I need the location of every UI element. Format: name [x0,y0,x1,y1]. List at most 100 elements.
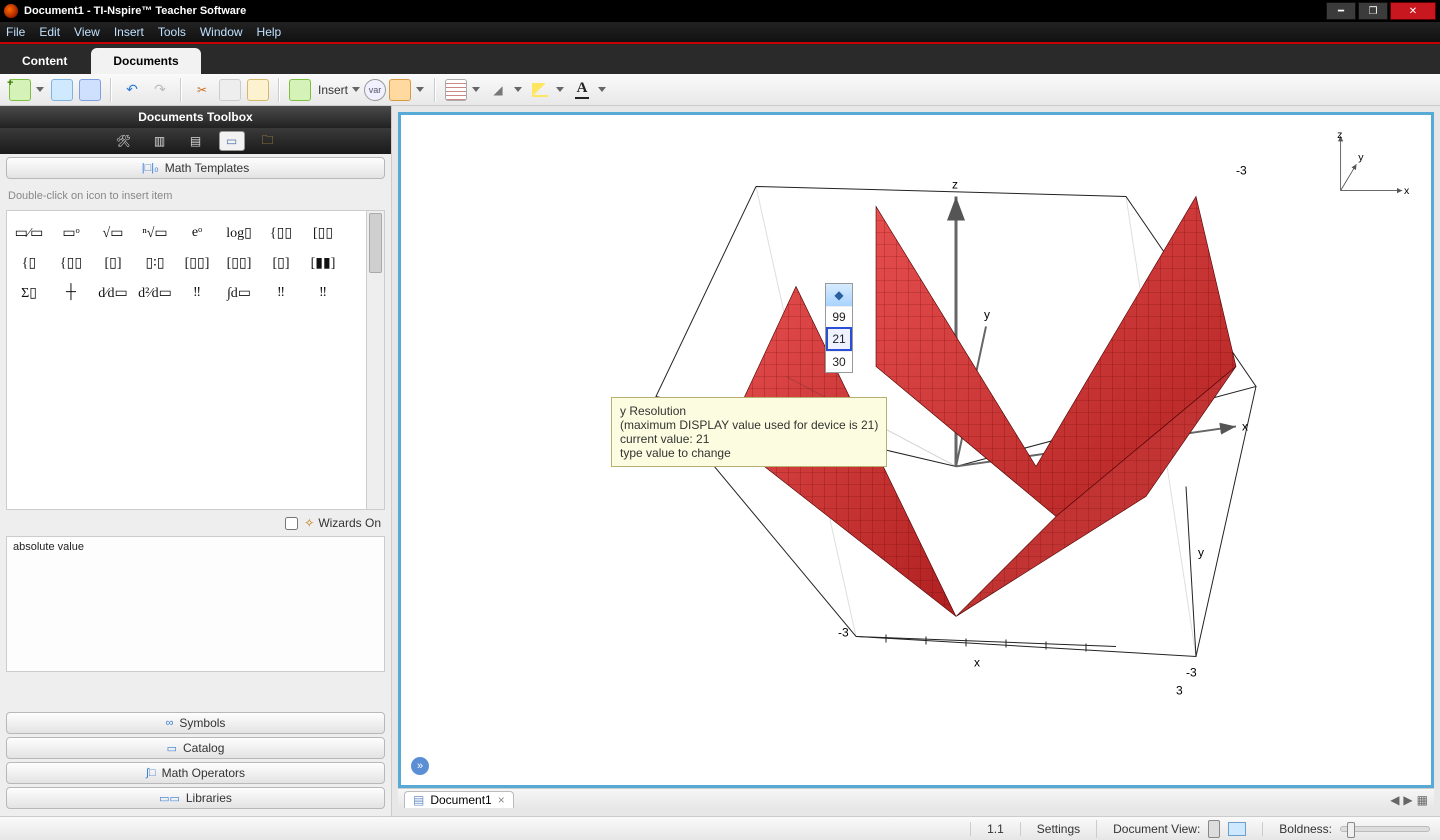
graph-canvas[interactable]: x y z [398,112,1434,788]
dropdown-icon[interactable] [472,87,480,92]
window-titlebar: Document1 - TI-Nspire™ Teacher Software … [0,0,1440,22]
tab-documents[interactable]: Documents [91,48,200,74]
slider-knob[interactable] [1347,822,1355,838]
template-item[interactable]: ‼ [307,281,339,305]
page-sorter-icon[interactable]: ▥ [147,131,173,151]
hint-text: Double-click on icon to insert item [0,182,391,210]
document-tab[interactable]: ▤ Document1 × [404,791,514,808]
template-item[interactable]: [▯] [97,251,129,275]
template-item[interactable]: [▯▯ [307,221,339,245]
text-color-button[interactable]: A [575,80,590,99]
template-item[interactable]: d⁄d▭ [97,281,129,305]
dropdown-icon[interactable] [514,87,522,92]
template-item[interactable]: d²⁄d▭ [139,281,171,305]
template-item[interactable]: {▯▯ [265,221,297,245]
dropdown-icon[interactable] [556,87,564,92]
resolution-popup-header-icon[interactable]: ◆ [826,284,852,306]
save-button[interactable] [79,79,101,101]
menu-insert[interactable]: Insert [114,25,144,39]
menu-edit[interactable]: Edit [39,25,60,39]
dropdown-icon[interactable] [352,87,360,92]
template-item[interactable]: [▮▮] [307,251,339,275]
menu-file[interactable]: File [6,25,25,39]
wizards-toggle[interactable]: ✧ Wizards On [0,510,391,536]
tab-list-icon[interactable]: ▦ [1417,793,1428,807]
tools-icon[interactable]: 🛠 [111,131,137,151]
axis-orientation-gizmo[interactable]: x y z [1323,129,1411,217]
template-item[interactable]: {▯▯ [55,251,87,275]
insert-label[interactable]: Insert [318,83,348,97]
search-result-box[interactable]: absolute value [6,536,385,672]
template-item[interactable]: {▯ [13,251,45,275]
template-item[interactable]: ▯∶▯ [139,251,171,275]
section-math-templates[interactable]: |□|₀ Math Templates [6,157,385,179]
section-symbols[interactable]: ∞Symbols [6,712,385,734]
tab-content[interactable]: Content [0,48,89,74]
menu-help[interactable]: Help [257,25,282,39]
template-item[interactable]: Σ▯ [13,281,45,305]
dropdown-icon[interactable] [416,87,424,92]
menu-window[interactable]: Window [200,25,243,39]
table-button[interactable] [445,79,467,101]
dropdown-icon[interactable] [36,87,44,92]
window-maximize-button[interactable]: ❐ [1358,2,1388,20]
resolution-value-z[interactable]: 30 [826,351,852,372]
wizards-checkbox[interactable] [285,517,298,530]
page-indicator[interactable]: 1.1 [970,822,1004,836]
content-icon[interactable]: 🗀 [255,131,281,151]
tab-next-icon[interactable]: ▶ [1403,793,1412,807]
paste-button[interactable] [247,79,269,101]
template-item[interactable]: ▭ᵒ [55,221,87,245]
section-libraries[interactable]: ▭▭Libraries [6,787,385,809]
window-minimize-button[interactable]: ━ [1326,2,1356,20]
tab-prev-icon[interactable]: ◀ [1390,793,1399,807]
template-item[interactable]: log▯ [223,221,255,245]
expand-icon[interactable]: » [411,757,429,775]
template-item[interactable]: ▭⁄▭ [13,221,45,245]
menu-tools[interactable]: Tools [158,25,186,39]
template-item[interactable]: eᵒ [181,221,213,245]
separator [180,78,182,102]
new-doc-button[interactable] [9,79,31,101]
template-item[interactable]: ‼ [181,281,213,305]
template-item[interactable]: [▯] [265,251,297,275]
undo-button[interactable]: ↶ [121,79,143,101]
template-item[interactable]: [▯▯] [181,251,213,275]
open-doc-button[interactable] [51,79,73,101]
template-item[interactable]: √▭ [97,221,129,245]
settings-button[interactable]: Settings [1020,822,1080,836]
fill-color-button[interactable]: ◢ [487,79,509,101]
window-close-button[interactable]: ✕ [1390,2,1436,20]
copy-button[interactable] [219,79,241,101]
resolution-popup[interactable]: ◆ 99 21 30 [825,283,853,373]
section-label: Math Templates [165,161,250,175]
dropdown-icon[interactable] [598,87,606,92]
template-item[interactable]: ∫d▭ [223,281,255,305]
section-math-operators[interactable]: ∫□Math Operators [6,762,385,784]
calculator-icon[interactable]: ▤ [183,131,209,151]
redo-button[interactable]: ↷ [149,79,171,101]
insert-page-button[interactable] [289,79,311,101]
tab-nav: ◀ ▶ ▦ [1390,793,1428,807]
svg-text:-3: -3 [838,625,849,639]
computer-view-icon[interactable] [1228,822,1246,836]
template-item[interactable]: ‼ [265,281,297,305]
highlight-button[interactable] [532,83,548,97]
document-area: x y z [392,106,1440,816]
template-item[interactable]: ⁿ√▭ [139,221,171,245]
template-item[interactable]: [▯▯] [223,251,255,275]
boldness-slider[interactable] [1340,826,1430,832]
cut-button[interactable]: ✂ [191,79,213,101]
screenshot-button[interactable] [389,79,411,101]
section-catalog[interactable]: ▭Catalog [6,737,385,759]
variables-button[interactable]: var [364,79,386,101]
scrollbar-thumb[interactable] [369,213,382,273]
resolution-value-x[interactable]: 99 [826,306,852,327]
close-tab-icon[interactable]: × [498,793,505,807]
scrollbar[interactable] [366,211,384,509]
utilities-icon[interactable]: ▭ [219,131,245,151]
handheld-view-icon[interactable] [1208,820,1220,838]
resolution-value-y[interactable]: 21 [826,327,852,351]
menu-view[interactable]: View [74,25,100,39]
template-item[interactable]: ┼ [55,281,87,305]
